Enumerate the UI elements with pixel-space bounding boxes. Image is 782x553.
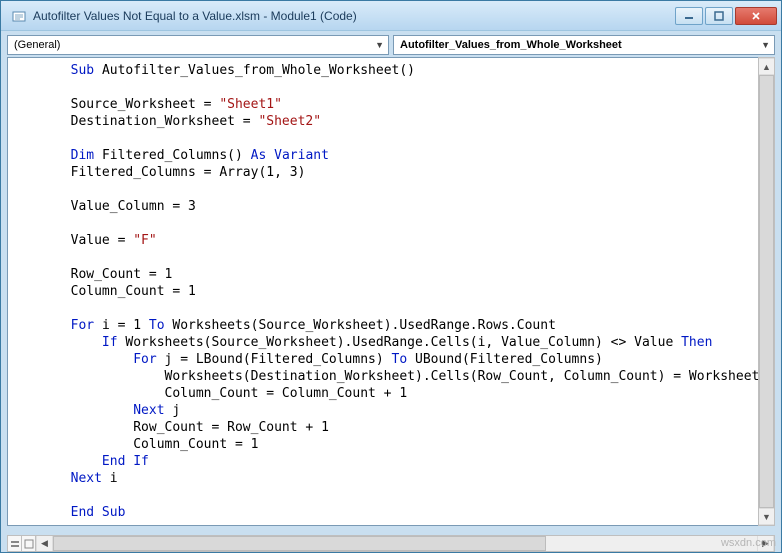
scroll-track[interactable] xyxy=(53,536,757,551)
module-icon xyxy=(11,8,27,24)
scroll-thumb[interactable] xyxy=(759,75,774,508)
scroll-left-icon[interactable]: ◀ xyxy=(36,536,53,551)
window-buttons xyxy=(675,7,777,25)
horizontal-scrollbar[interactable]: ◀ ▶ xyxy=(7,535,775,552)
vertical-scrollbar[interactable]: ▲ ▼ xyxy=(758,57,775,526)
scroll-track[interactable] xyxy=(759,75,774,508)
object-dropdown-value: (General) xyxy=(14,39,60,51)
code-area: Sub Autofilter_Values_from_Whole_Workshe… xyxy=(7,57,775,526)
window-title: Autofilter Values Not Equal to a Value.x… xyxy=(33,9,675,23)
close-button[interactable] xyxy=(735,7,777,25)
scroll-down-icon[interactable]: ▼ xyxy=(759,508,774,525)
code-window: Autofilter Values Not Equal to a Value.x… xyxy=(0,0,782,553)
scroll-thumb[interactable] xyxy=(53,536,546,551)
titlebar[interactable]: Autofilter Values Not Equal to a Value.x… xyxy=(1,1,781,31)
procedure-view-button[interactable] xyxy=(8,536,22,551)
full-module-view-button[interactable] xyxy=(22,536,36,551)
code-editor[interactable]: Sub Autofilter_Values_from_Whole_Workshe… xyxy=(8,58,774,525)
code-dropdowns: (General) ▼ Autofilter_Values_from_Whole… xyxy=(1,31,781,55)
object-dropdown[interactable]: (General) ▼ xyxy=(7,35,389,55)
chevron-down-icon: ▼ xyxy=(761,40,770,50)
watermark: wsxdn.com xyxy=(721,537,776,549)
maximize-button[interactable] xyxy=(705,7,733,25)
procedure-dropdown[interactable]: Autofilter_Values_from_Whole_Worksheet ▼ xyxy=(393,35,775,55)
chevron-down-icon: ▼ xyxy=(375,40,384,50)
minimize-button[interactable] xyxy=(675,7,703,25)
procedure-dropdown-value: Autofilter_Values_from_Whole_Worksheet xyxy=(400,39,622,51)
scroll-up-icon[interactable]: ▲ xyxy=(759,58,774,75)
